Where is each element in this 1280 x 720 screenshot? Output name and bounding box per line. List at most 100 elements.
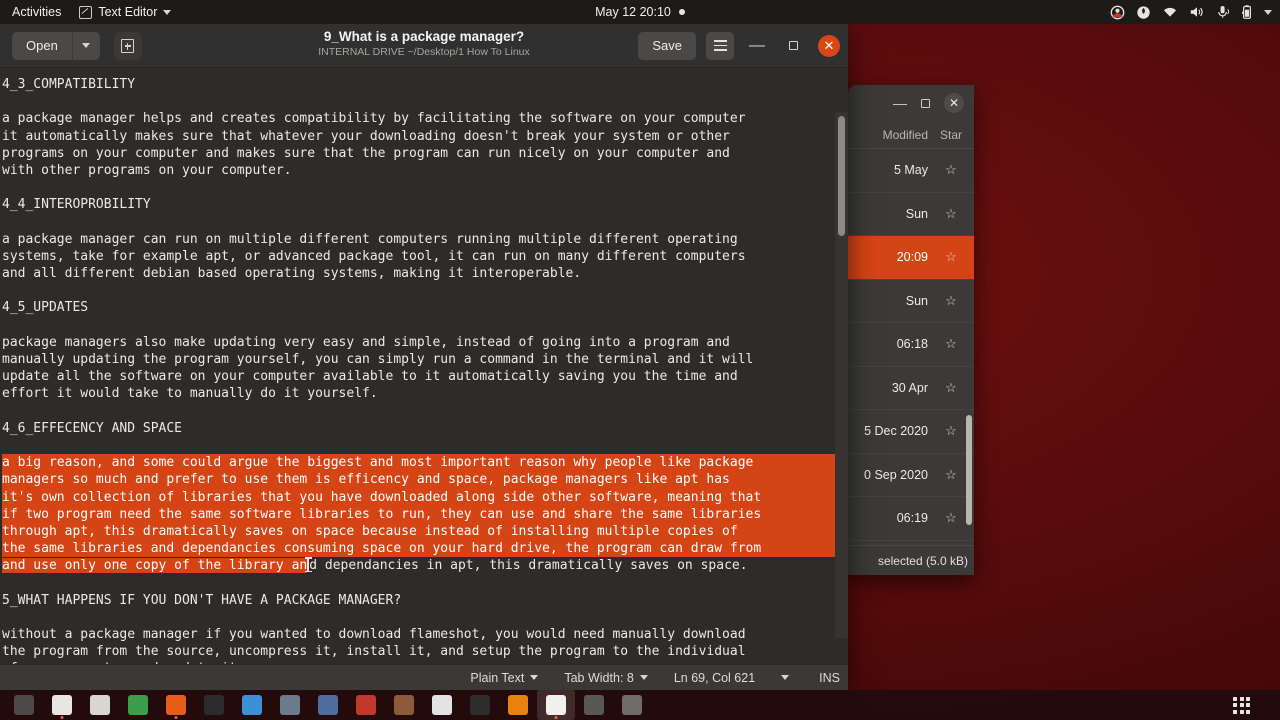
image-viewer-icon: [280, 695, 300, 715]
language-selector[interactable]: Plain Text: [470, 671, 539, 685]
text-line: a big reason, and some could argue the b…: [2, 454, 848, 472]
running-indicator: [60, 716, 64, 719]
file-row[interactable]: 5 May ☆: [848, 149, 974, 193]
dock-item-chrome[interactable]: [119, 690, 157, 720]
file-row[interactable]: 20:09 ☆: [848, 236, 974, 280]
wifi-icon[interactable]: [1162, 5, 1178, 19]
chevron-down-icon[interactable]: [1264, 9, 1272, 15]
document-text[interactable]: 4_3_COMPATIBILITY a package manager help…: [0, 68, 848, 664]
dock-item-text-document[interactable]: [233, 690, 271, 720]
file-modified: 30 Apr: [891, 380, 928, 395]
text-line-partial-selection: and use only one copy of the library an d…: [2, 557, 848, 574]
text-line: managers so much and prefer to use them …: [2, 471, 848, 489]
star-icon[interactable]: ☆: [934, 423, 968, 439]
menu-button[interactable]: [706, 31, 734, 60]
clock-button[interactable]: May 12 20:10: [0, 5, 1280, 19]
file-manager-window[interactable]: — ✕ Modified Star 5 May ☆ Sun ☆ 20:09 ☆ Sun ☆ 06…: [848, 85, 974, 575]
shield-icon[interactable]: [1136, 5, 1151, 20]
window-close-button[interactable]: ✕: [818, 34, 840, 57]
system-tray[interactable]: [1110, 0, 1272, 24]
new-document-button[interactable]: [113, 31, 142, 60]
file-row[interactable]: 30 Apr ☆: [848, 367, 974, 410]
dock-item-gimp[interactable]: [309, 690, 347, 720]
microphone-icon[interactable]: [1216, 5, 1230, 19]
column-header-modified[interactable]: Modified: [852, 128, 934, 142]
text-line: a package manager can run on multiple di…: [2, 231, 738, 247]
file-row[interactable]: Sun ☆: [848, 193, 974, 236]
star-icon[interactable]: ☆: [934, 380, 968, 396]
dock-item-tor-browser[interactable]: [195, 690, 233, 720]
dock-item-files[interactable]: [43, 690, 81, 720]
new-document-icon: [121, 38, 135, 53]
dock-item-settings[interactable]: [575, 690, 613, 720]
file-row[interactable]: Sun ☆: [848, 280, 974, 323]
dock-item-image-viewer[interactable]: [271, 690, 309, 720]
text-line: 5_WHAT HAPPENS IF YOU DON'T HAVE A PACKA…: [2, 592, 402, 608]
star-icon[interactable]: ☆: [934, 249, 968, 265]
star-icon[interactable]: ☆: [934, 510, 968, 526]
star-icon[interactable]: ☆: [934, 162, 968, 178]
open-button-group[interactable]: Open: [12, 31, 100, 60]
file-row[interactable]: 06:18 ☆: [848, 323, 974, 367]
text-editor-window[interactable]: Open 9_What is a package manager? INTERN…: [0, 24, 848, 690]
star-icon[interactable]: ☆: [934, 293, 968, 309]
editor-text-area[interactable]: 4_3_COMPATIBILITY a package manager help…: [0, 68, 848, 664]
text-editor-icon: [79, 5, 93, 19]
battery-icon[interactable]: [1241, 4, 1253, 20]
dock-item-firefox[interactable]: [157, 690, 195, 720]
chevron-down-icon: [163, 9, 172, 15]
column-header-star[interactable]: Star: [934, 128, 968, 142]
dock-item-multimedia[interactable]: [385, 690, 423, 720]
close-icon[interactable]: ✕: [944, 93, 964, 113]
dock-item-text-editor[interactable]: [537, 690, 575, 720]
gimp-icon: [318, 695, 338, 715]
unselected-text: d dependancies in apt, this dramatically…: [309, 558, 748, 574]
selection-status-label: selected (5.0 kB): [877, 553, 968, 568]
notification-dot-icon: [678, 9, 685, 15]
dock-item-flameshot[interactable]: [347, 690, 385, 720]
file-row[interactable]: 0 Sep 2020 ☆: [848, 454, 974, 497]
window-maximize-button[interactable]: [780, 33, 806, 59]
vivaldi-icon: [432, 695, 452, 715]
cursor-position[interactable]: Ln 69, Col 621: [674, 671, 790, 685]
volume-icon[interactable]: [1189, 5, 1205, 19]
terminal-icon: [14, 695, 34, 715]
recording-indicator-icon[interactable]: [1110, 5, 1125, 20]
star-icon[interactable]: ☆: [934, 467, 968, 483]
tab-width-selector[interactable]: Tab Width: 8: [564, 671, 648, 685]
desktop-screen: — ✕ Modified Star 5 May ☆ Sun ☆ 20:09 ☆ Sun ☆ 06…: [0, 0, 1280, 720]
file-row[interactable]: 5 Dec 2020 ☆: [848, 410, 974, 454]
open-dropdown-button[interactable]: [71, 31, 100, 60]
open-button[interactable]: Open: [12, 31, 72, 60]
text-line: package managers also make updating very…: [2, 334, 730, 350]
file-list-column-headers: Modified Star: [848, 121, 974, 149]
activities-button[interactable]: Activities: [0, 5, 71, 19]
file-row[interactable]: 06:19 ☆: [848, 497, 974, 541]
text-line: effort it would take to manually do it y…: [2, 386, 378, 402]
dock-item-vivaldi[interactable]: [423, 690, 461, 720]
dock-item-help[interactable]: [613, 690, 651, 720]
dock-item-software-store[interactable]: [81, 690, 119, 720]
show-applications-icon[interactable]: [1233, 696, 1250, 714]
chevron-down-icon: [639, 675, 648, 680]
star-icon[interactable]: ☆: [934, 206, 968, 222]
maximize-icon[interactable]: [921, 98, 930, 108]
settings-icon: [584, 695, 604, 715]
software-store-icon: [90, 695, 110, 715]
file-list-scrollbar[interactable]: [966, 415, 972, 525]
text-line: systems, take for example apt, or advanc…: [2, 248, 746, 264]
minimize-icon[interactable]: —: [893, 96, 907, 110]
dock-item-terminal[interactable]: [5, 690, 43, 720]
text-line: it's own collection of libraries that yo…: [2, 488, 848, 506]
star-icon[interactable]: ☆: [934, 336, 968, 352]
dock-item-music-player[interactable]: [461, 690, 499, 720]
app-menu-button[interactable]: Text Editor: [71, 5, 179, 19]
editor-scrollbar[interactable]: [838, 116, 845, 236]
headerbar-right-controls: Save — ✕: [638, 31, 840, 60]
save-button[interactable]: Save: [638, 31, 696, 60]
dock-item-vlc[interactable]: [499, 690, 537, 720]
window-minimize-button[interactable]: —: [744, 33, 770, 59]
